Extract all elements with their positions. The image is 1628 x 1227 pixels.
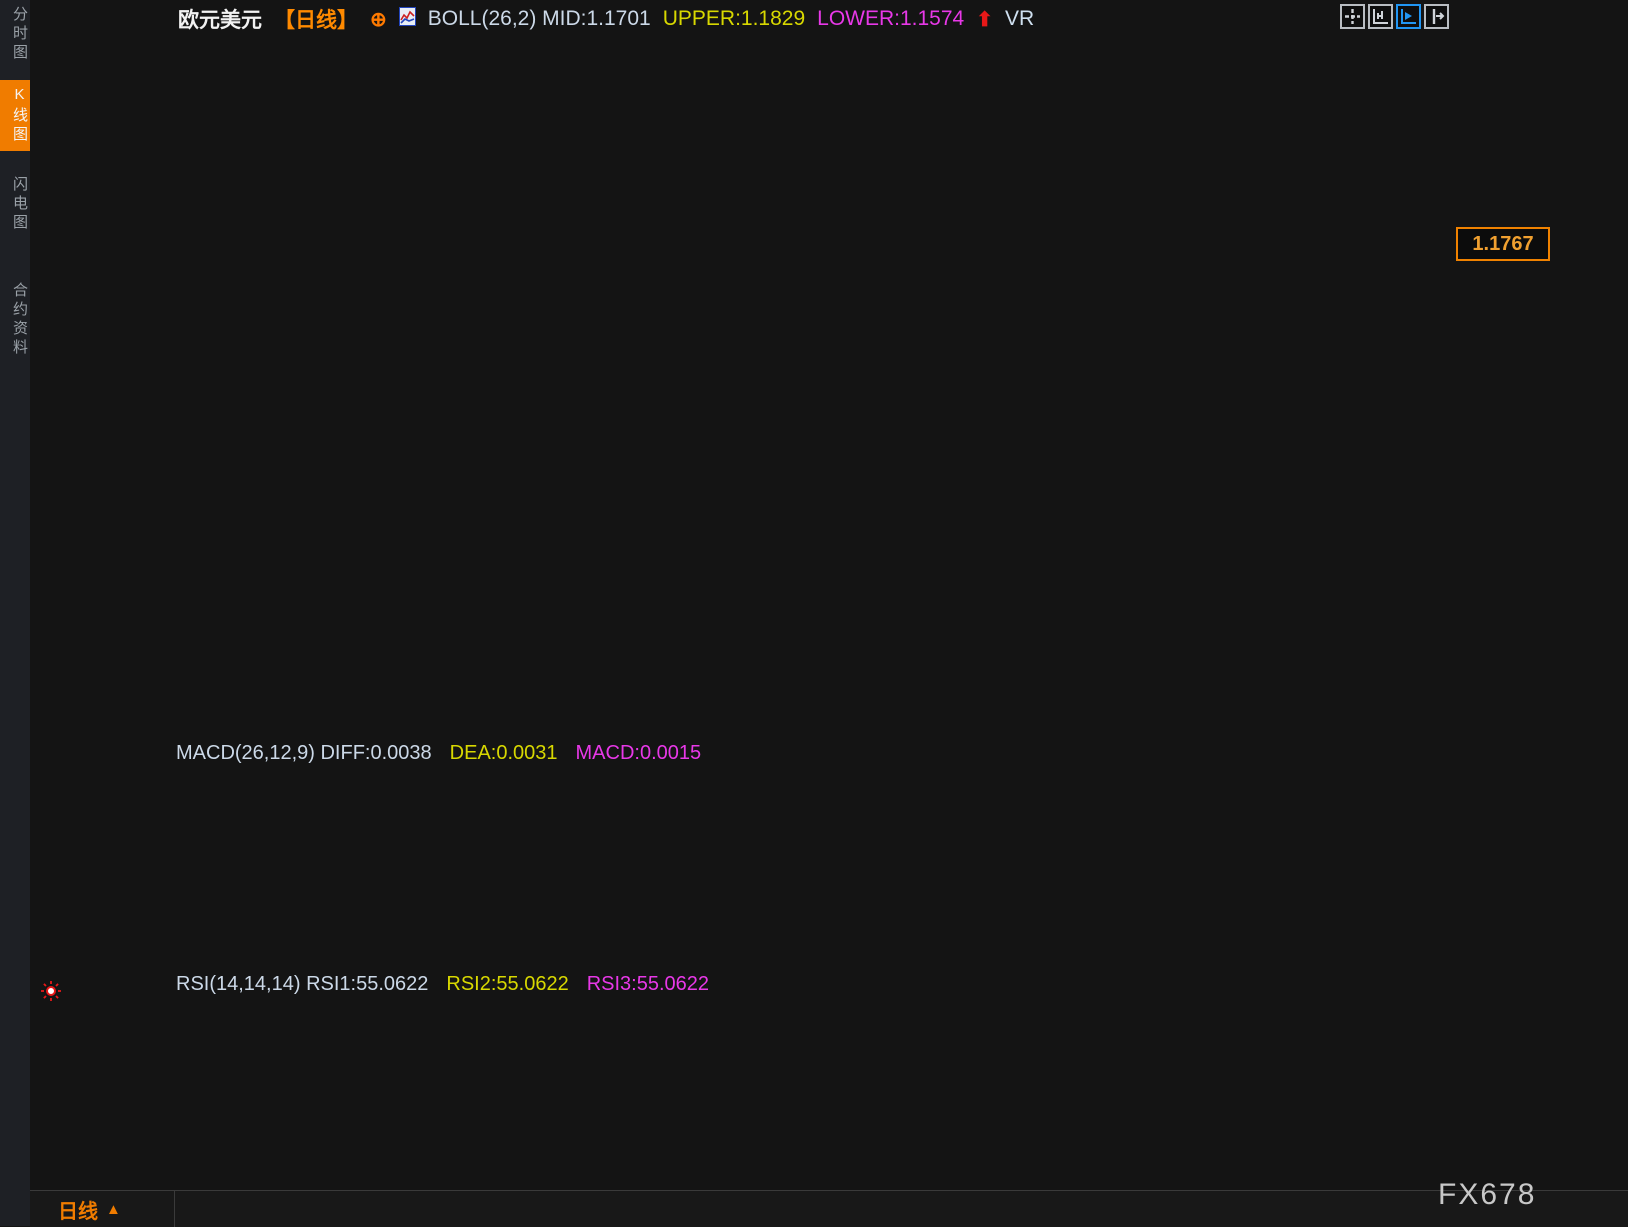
macd-dea-value: DEA:0.0031 xyxy=(450,742,558,765)
boll-indicator-values: BOLL(26,2) MID:1.1701 xyxy=(428,7,651,31)
axis-scale-button[interactable] xyxy=(1368,4,1393,29)
sidebar: 分时图 K线图 闪电图 合约资料 xyxy=(0,0,30,1226)
add-compare-icon[interactable]: ⊕ xyxy=(370,7,387,32)
rsi2-value: RSI2:55.0622 xyxy=(446,973,568,996)
period-arrow-icon: ▲ xyxy=(106,1201,121,1218)
pan-crosshair-button[interactable] xyxy=(1340,4,1365,29)
macd-value: MACD:0.0015 xyxy=(576,742,702,765)
alert-sun-icon[interactable] xyxy=(40,980,62,1007)
axis-play-button[interactable] xyxy=(1396,4,1421,29)
symbol-title: 欧元美元 xyxy=(178,4,262,34)
boll-upper-value: UPPER:1.1829 xyxy=(663,7,805,31)
sidebar-tab-kline-chart[interactable]: K线图 xyxy=(0,80,30,151)
period-badge: 【日线】 xyxy=(274,4,358,34)
rsi1-value: RSI(14,14,14) RSI1:55.0622 xyxy=(176,973,428,996)
current-price-box: 1.1767 xyxy=(1456,227,1550,261)
rsi3-value: RSI3:55.0622 xyxy=(587,973,709,996)
watermark: FX678 xyxy=(1438,1178,1536,1212)
price-chart-canvas[interactable] xyxy=(0,0,1628,1226)
sidebar-tab-contract-info[interactable]: 合约资料 xyxy=(0,282,30,358)
sidebar-tab-flash-chart[interactable]: 闪电图 xyxy=(0,176,30,233)
macd-diff-value: MACD(26,12,9) DIFF:0.0038 xyxy=(176,742,432,765)
bottom-bar: 日线 ▲ xyxy=(30,1190,1628,1227)
mini-chart-icon[interactable] xyxy=(399,7,416,32)
up-arrow-icon: ⬆ xyxy=(976,7,993,32)
vr-label[interactable]: VR xyxy=(1005,7,1034,31)
chart-toolbar xyxy=(1340,4,1449,29)
rsi-header: RSI(14,14,14) RSI1:55.0622 RSI2:55.0622 … xyxy=(176,973,709,996)
period-selector[interactable]: 日线 ▲ xyxy=(30,1191,175,1227)
period-label: 日线 xyxy=(58,1195,98,1224)
axis-shift-button[interactable] xyxy=(1424,4,1449,29)
macd-header: MACD(26,12,9) DIFF:0.0038 DEA:0.0031 MAC… xyxy=(176,742,701,765)
sidebar-tab-time-chart[interactable]: 分时图 xyxy=(0,6,30,63)
boll-lower-value: LOWER:1.1574 xyxy=(817,7,964,31)
chart-header: 欧元美元 【日线】 ⊕ BOLL(26,2) MID:1.1701 UPPER:… xyxy=(178,4,1034,34)
